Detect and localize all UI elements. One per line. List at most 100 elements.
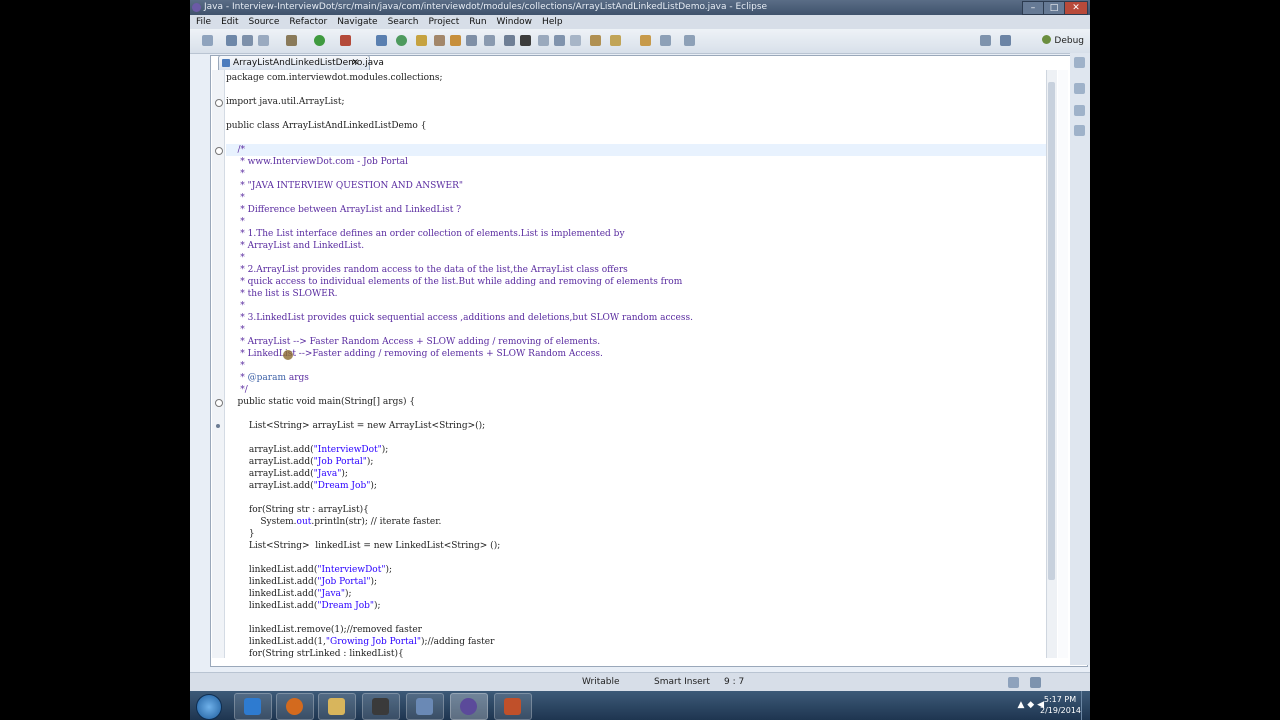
code-line[interactable] [226, 132, 1046, 144]
vertical-scrollbar[interactable] [1046, 70, 1057, 658]
code-line[interactable]: */ [226, 384, 1046, 396]
print-icon[interactable] [258, 35, 269, 46]
new-java-project-icon[interactable] [376, 35, 387, 46]
menu-item-edit[interactable]: Edit [221, 15, 238, 29]
fold-method-icon[interactable] [215, 399, 223, 407]
code-line[interactable]: * Difference between ArrayList and Linke… [226, 204, 1046, 216]
menu-item-window[interactable]: Window [497, 15, 533, 29]
code-line[interactable] [226, 612, 1046, 624]
start-button[interactable] [196, 694, 222, 720]
code-line[interactable]: linkedList.add("InterviewDot"); [226, 564, 1046, 576]
code-line[interactable]: /* [226, 144, 1046, 156]
code-line[interactable]: package com.interviewdot.modules.collect… [226, 72, 1046, 84]
code-line[interactable]: * [226, 360, 1046, 372]
code-line[interactable]: } [226, 528, 1046, 540]
code-line[interactable]: * www.InterviewDot.com - Job Portal [226, 156, 1046, 168]
fold-import-icon[interactable] [215, 99, 223, 107]
code-line[interactable]: arrayList.add("InterviewDot"); [226, 444, 1046, 456]
code-line[interactable]: * ArrayList and LinkedList. [226, 240, 1046, 252]
code-line[interactable]: linkedList.add(1,"Growing Job Portal");/… [226, 636, 1046, 648]
code-line[interactable]: * 2.ArrayList provides random access to … [226, 264, 1046, 276]
code-line[interactable]: public static void main(String[] args) { [226, 396, 1046, 408]
task-explorer[interactable] [318, 693, 356, 720]
fold-comment-icon[interactable] [215, 147, 223, 155]
menu-item-source[interactable]: Source [249, 15, 280, 29]
code-line[interactable] [226, 432, 1046, 444]
code-line[interactable]: * [226, 300, 1046, 312]
minimize-view-icon[interactable] [1074, 57, 1085, 68]
debug-icon[interactable] [286, 35, 297, 46]
last-edit-location-icon[interactable] [640, 35, 651, 46]
new-icon[interactable] [202, 35, 213, 46]
pin-editor-icon[interactable] [554, 35, 565, 46]
close-tab-icon[interactable]: ✕ [351, 56, 359, 70]
menu-item-refactor[interactable]: Refactor [289, 15, 327, 29]
code-line[interactable]: linkedList.add("Job Portal"); [226, 576, 1046, 588]
toggle-mark-occurrences-icon[interactable] [504, 35, 515, 46]
menu-item-help[interactable]: Help [542, 15, 563, 29]
clock[interactable]: 5:17 PM 2/19/2014 [1040, 694, 1081, 716]
network-icon[interactable]: ◆ [1027, 700, 1034, 710]
save-all-icon[interactable] [242, 35, 253, 46]
toggle-block-selection-icon[interactable] [520, 35, 531, 46]
menu-item-search[interactable]: Search [388, 15, 419, 29]
next-annotation-icon[interactable] [590, 35, 601, 46]
code-line[interactable]: linkedList.remove(1);//removed faster [226, 624, 1046, 636]
overview-ruler[interactable] [1058, 70, 1068, 658]
close-button[interactable]: ✕ [1064, 1, 1088, 15]
code-line[interactable]: * the list is SLOWER. [226, 288, 1046, 300]
problems-view-icon[interactable] [1074, 125, 1085, 136]
code-line[interactable]: * [226, 192, 1046, 204]
code-line[interactable]: import java.util.ArrayList; [226, 96, 1046, 108]
minimize-button[interactable]: – [1022, 1, 1044, 15]
code-line[interactable] [226, 84, 1046, 96]
status-progress-icon[interactable] [1008, 677, 1019, 688]
show-desktop-button[interactable] [1081, 691, 1090, 720]
code-line[interactable]: * 3.LinkedList provides quick sequential… [226, 312, 1046, 324]
task-recorder[interactable] [406, 693, 444, 720]
search-icon[interactable] [466, 35, 477, 46]
menu-item-file[interactable]: File [196, 15, 211, 29]
code-line[interactable]: * [226, 324, 1046, 336]
open-perspective-icon[interactable] [980, 35, 991, 46]
show-whitespace-icon[interactable] [538, 35, 549, 46]
code-line[interactable]: arrayList.add("Job Portal"); [226, 456, 1046, 468]
code-line[interactable]: List<String> arrayList = new ArrayList<S… [226, 420, 1046, 432]
annotation-ruler[interactable] [212, 70, 225, 658]
code-line[interactable]: * LinkedList -->Faster adding / removing… [226, 348, 1046, 360]
code-line[interactable]: * [226, 168, 1046, 180]
code-line[interactable]: * 1.The List interface defines an order … [226, 228, 1046, 240]
code-line[interactable]: * [226, 216, 1046, 228]
annotation-icon[interactable] [484, 35, 495, 46]
show-hidden-icons-icon[interactable]: ▲ [1017, 700, 1024, 710]
outline-view-icon[interactable] [1074, 83, 1085, 94]
run-icon[interactable] [314, 35, 325, 46]
maximize-button[interactable]: □ [1043, 1, 1065, 15]
menu-item-run[interactable]: Run [469, 15, 486, 29]
java-perspective-icon[interactable] [1000, 35, 1011, 46]
menu-item-navigate[interactable]: Navigate [337, 15, 377, 29]
task-eclipse[interactable] [450, 693, 488, 720]
code-line[interactable]: linkedList.add("Java"); [226, 588, 1046, 600]
code-line[interactable] [226, 108, 1046, 120]
debug-perspective-button[interactable]: Debug [1042, 33, 1084, 49]
code-line[interactable]: * "JAVA INTERVIEW QUESTION AND ANSWER" [226, 180, 1046, 192]
external-tools-icon[interactable] [340, 35, 351, 46]
code-line[interactable]: * [226, 252, 1046, 264]
editor-tab[interactable]: ArrayListAndLinkedListDemo.java ✕ [218, 55, 384, 70]
task-firefox[interactable] [276, 693, 314, 720]
code-line[interactable]: System.out.println(str); // iterate fast… [226, 516, 1046, 528]
back-icon[interactable] [660, 35, 671, 46]
code-line[interactable]: arrayList.add("Java"); [226, 468, 1046, 480]
save-icon[interactable] [226, 35, 237, 46]
code-line[interactable]: * @param args [226, 372, 1046, 384]
code-editor[interactable]: package com.interviewdot.modules.collect… [226, 70, 1046, 658]
task-list-icon[interactable] [1074, 105, 1085, 116]
new-package-icon[interactable] [396, 35, 407, 46]
task-media-player[interactable] [362, 693, 400, 720]
code-line[interactable]: for(String str : arrayList){ [226, 504, 1046, 516]
format-icon[interactable] [570, 35, 581, 46]
code-line[interactable]: arrayList.add("Dream Job"); [226, 480, 1046, 492]
warning-marker-icon[interactable] [216, 424, 220, 428]
code-line[interactable]: * quick access to individual elements of… [226, 276, 1046, 288]
